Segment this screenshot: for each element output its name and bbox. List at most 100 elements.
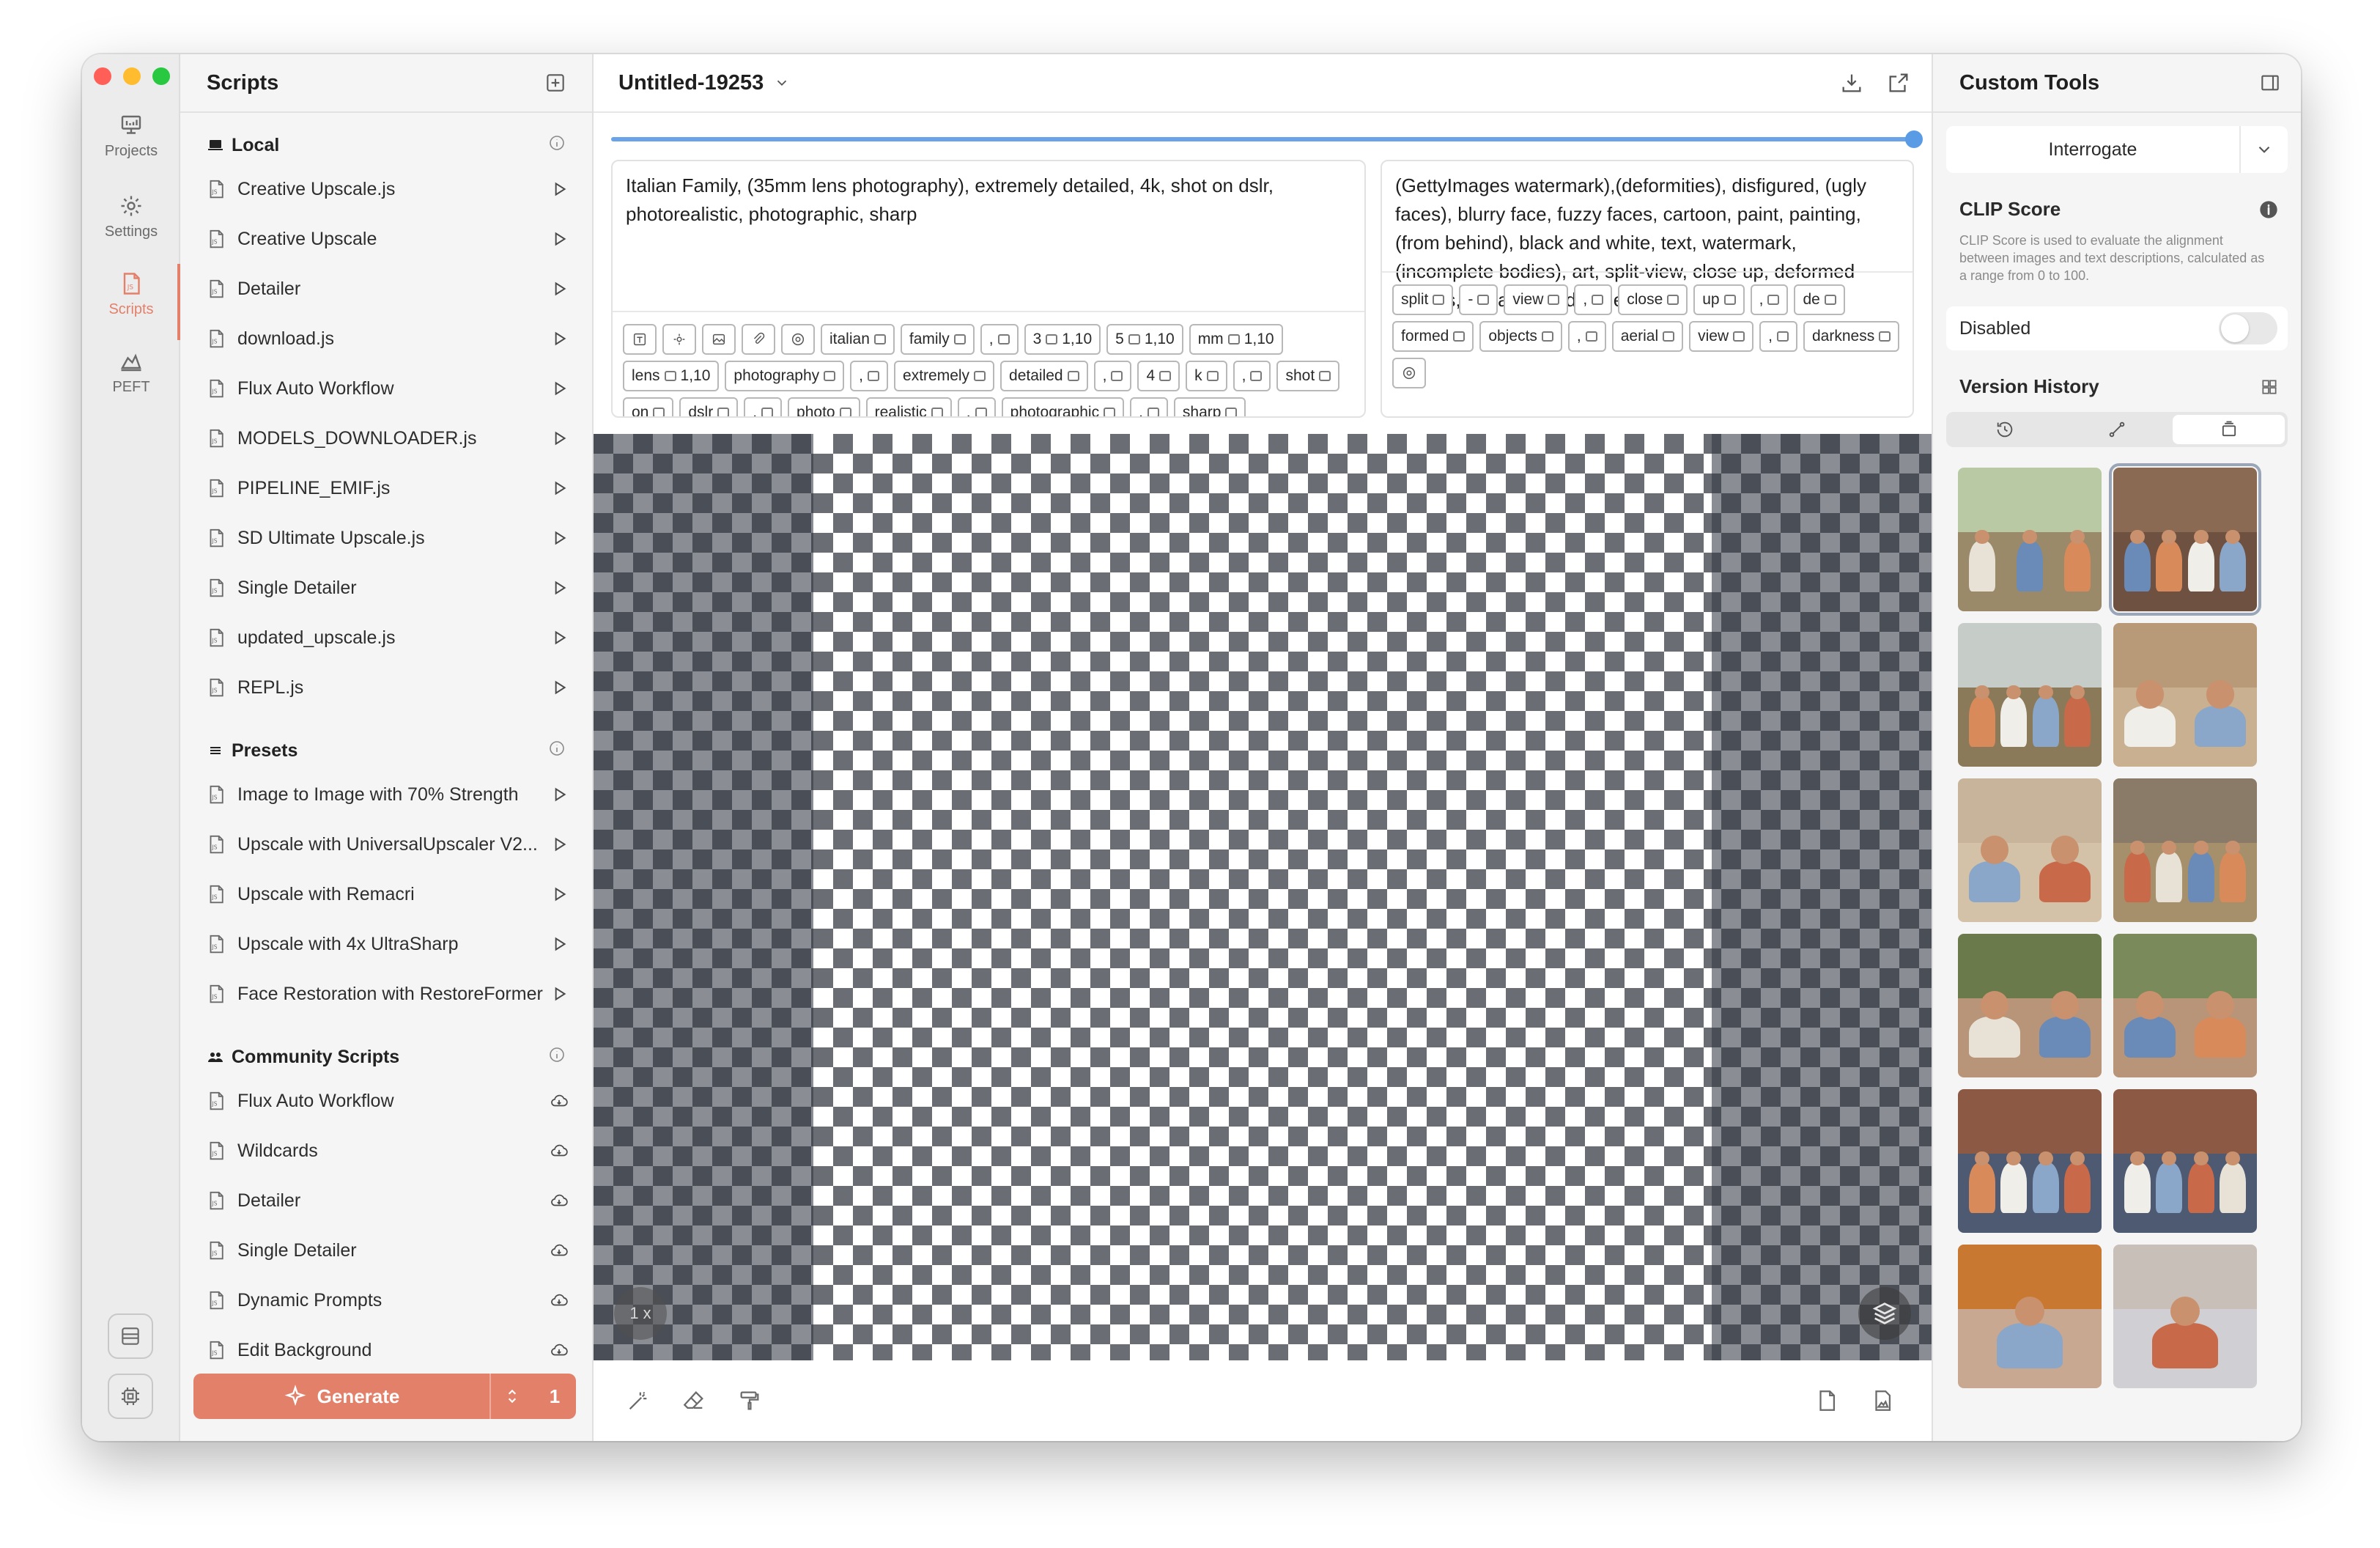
prompt-token-chip[interactable]: -: [1459, 284, 1498, 315]
prompt-token-chip[interactable]: lens 1,10: [623, 361, 720, 391]
prompt-token-chip[interactable]: on: [623, 397, 674, 416]
token-menu-icon[interactable]: [1824, 295, 1836, 305]
script-item[interactable]: JS Flux Auto Workflow: [180, 364, 592, 413]
token-menu-icon[interactable]: [1046, 334, 1058, 344]
token-menu-icon[interactable]: [761, 408, 774, 416]
version-thumbnail[interactable]: [1958, 934, 2102, 1077]
script-item[interactable]: JS REPL.js: [180, 663, 592, 712]
script-item[interactable]: JS Single Detailer: [180, 1226, 592, 1275]
token-menu-icon[interactable]: [1128, 334, 1140, 344]
prompt-token-chip[interactable]: aerial: [1611, 321, 1684, 352]
token-menu-icon[interactable]: [974, 371, 986, 381]
play-icon[interactable]: [550, 229, 569, 248]
token-menu-icon[interactable]: [1159, 371, 1172, 381]
prompt-token-chip[interactable]: 5 1,10: [1106, 324, 1183, 355]
prompt-token-chip[interactable]: ,: [1759, 321, 1797, 352]
prompt-token-chip[interactable]: darkness: [1803, 321, 1900, 352]
attach-chip[interactable]: [742, 324, 775, 355]
prompt-token-chip[interactable]: objects: [1479, 321, 1562, 352]
prompt-token-chip[interactable]: 4: [1137, 361, 1180, 391]
token-menu-icon[interactable]: [1541, 331, 1553, 342]
add-token-chip[interactable]: [1392, 358, 1426, 388]
token-menu-icon[interactable]: [1879, 331, 1891, 342]
prompt-token-chip[interactable]: view: [1504, 284, 1569, 315]
negative-prompt-text[interactable]: (GettyImages watermark),(deformities), d…: [1382, 161, 1912, 311]
token-menu-icon[interactable]: [664, 371, 676, 381]
project-title-dropdown[interactable]: Untitled-19253: [618, 71, 790, 95]
play-icon[interactable]: [550, 379, 569, 398]
version-thumbnail[interactable]: [1958, 778, 2102, 922]
token-menu-icon[interactable]: [1585, 331, 1597, 342]
token-menu-icon[interactable]: [1206, 371, 1219, 381]
script-item[interactable]: JS Detailer: [180, 1176, 592, 1226]
cloud-download-icon[interactable]: [550, 1191, 569, 1210]
script-item[interactable]: JS PIPELINE_EMIF.js: [180, 463, 592, 513]
token-menu-icon[interactable]: [1667, 295, 1679, 305]
token-menu-icon[interactable]: [953, 334, 966, 344]
version-thumbnail[interactable]: [2113, 1245, 2257, 1388]
script-item[interactable]: JS Edit Background: [180, 1325, 592, 1369]
token-menu-icon[interactable]: [1227, 334, 1240, 344]
token-menu-icon[interactable]: [1111, 371, 1123, 381]
cloud-download-icon[interactable]: [550, 1141, 569, 1160]
play-icon[interactable]: [550, 885, 569, 904]
play-icon[interactable]: [550, 429, 569, 448]
prompt-token-chip[interactable]: ,: [744, 397, 783, 416]
zoom-window-button[interactable]: [152, 67, 170, 85]
prompt-token-chip[interactable]: ,: [1574, 284, 1613, 315]
info-icon[interactable]: [548, 134, 566, 157]
play-icon[interactable]: [550, 935, 569, 954]
prompt-token-chip[interactable]: ,: [1093, 361, 1132, 391]
script-item[interactable]: JS Upscale with UniversalUpscaler V2...: [180, 819, 592, 869]
script-item[interactable]: JS Creative Upscale.js: [180, 164, 592, 214]
token-menu-icon[interactable]: [653, 408, 665, 416]
prompt-token-chip[interactable]: ,: [980, 324, 1019, 355]
script-item[interactable]: JS Detailer: [180, 264, 592, 314]
rail-item-projects[interactable]: Projects: [82, 103, 180, 169]
prompt-token-chip[interactable]: family: [900, 324, 975, 355]
negative-prompt-box[interactable]: (GettyImages watermark),(deformities), d…: [1381, 160, 1914, 418]
close-window-button[interactable]: [94, 67, 111, 85]
prompt-token-chip[interactable]: ,: [957, 397, 996, 416]
version-thumbnail[interactable]: [2113, 934, 2257, 1077]
minimize-window-button[interactable]: [123, 67, 141, 85]
cloud-download-icon[interactable]: [550, 1341, 569, 1360]
document-icon[interactable]: [1814, 1388, 1839, 1413]
prompt-token-chip[interactable]: close: [1618, 284, 1688, 315]
toggle-sidebar-button[interactable]: [2258, 71, 2282, 95]
version-thumbnail[interactable]: [2113, 778, 2257, 922]
token-menu-icon[interactable]: [931, 408, 943, 416]
token-menu-icon[interactable]: [1733, 331, 1745, 342]
token-menu-icon[interactable]: [873, 334, 886, 344]
image-canvas[interactable]: 1 x: [594, 434, 1932, 1360]
script-item[interactable]: JS Creative Upscale: [180, 214, 592, 264]
prompt-token-chip[interactable]: de: [1794, 284, 1845, 315]
interrogate-menu-toggle[interactable]: [2241, 140, 2288, 159]
script-item[interactable]: JS Dynamic Prompts: [180, 1275, 592, 1325]
token-menu-icon[interactable]: [1663, 331, 1675, 342]
token-menu-icon[interactable]: [1067, 371, 1079, 381]
info-icon[interactable]: [2258, 199, 2279, 220]
interrogate-dropdown[interactable]: Interrogate: [1946, 126, 2288, 173]
batch-stepper[interactable]: [491, 1387, 533, 1406]
tab-history[interactable]: [1949, 415, 2061, 444]
rail-item-scripts[interactable]: JS Scripts: [82, 261, 182, 340]
info-icon[interactable]: [548, 1046, 566, 1069]
script-item[interactable]: JS SD Ultimate Upscale.js: [180, 513, 592, 563]
add-script-button[interactable]: [544, 71, 567, 95]
version-thumbnail[interactable]: [2113, 1089, 2257, 1233]
script-item[interactable]: JS Single Detailer: [180, 563, 592, 613]
script-item[interactable]: JS Upscale with Remacri: [180, 869, 592, 919]
prompt-token-chip[interactable]: shot: [1276, 361, 1340, 391]
token-menu-icon[interactable]: [839, 408, 851, 416]
version-thumbnail[interactable]: [1958, 623, 2102, 767]
play-icon[interactable]: [550, 329, 569, 348]
script-item[interactable]: JS Wildcards: [180, 1126, 592, 1176]
token-menu-icon[interactable]: [824, 371, 836, 381]
token-menu-icon[interactable]: [1723, 295, 1736, 305]
image-file-icon[interactable]: [1870, 1388, 1895, 1413]
prompt-token-chip[interactable]: sharp: [1173, 397, 1246, 416]
token-menu-icon[interactable]: [868, 371, 880, 381]
play-icon[interactable]: [550, 984, 569, 1003]
rail-item-settings[interactable]: Settings: [82, 183, 180, 249]
